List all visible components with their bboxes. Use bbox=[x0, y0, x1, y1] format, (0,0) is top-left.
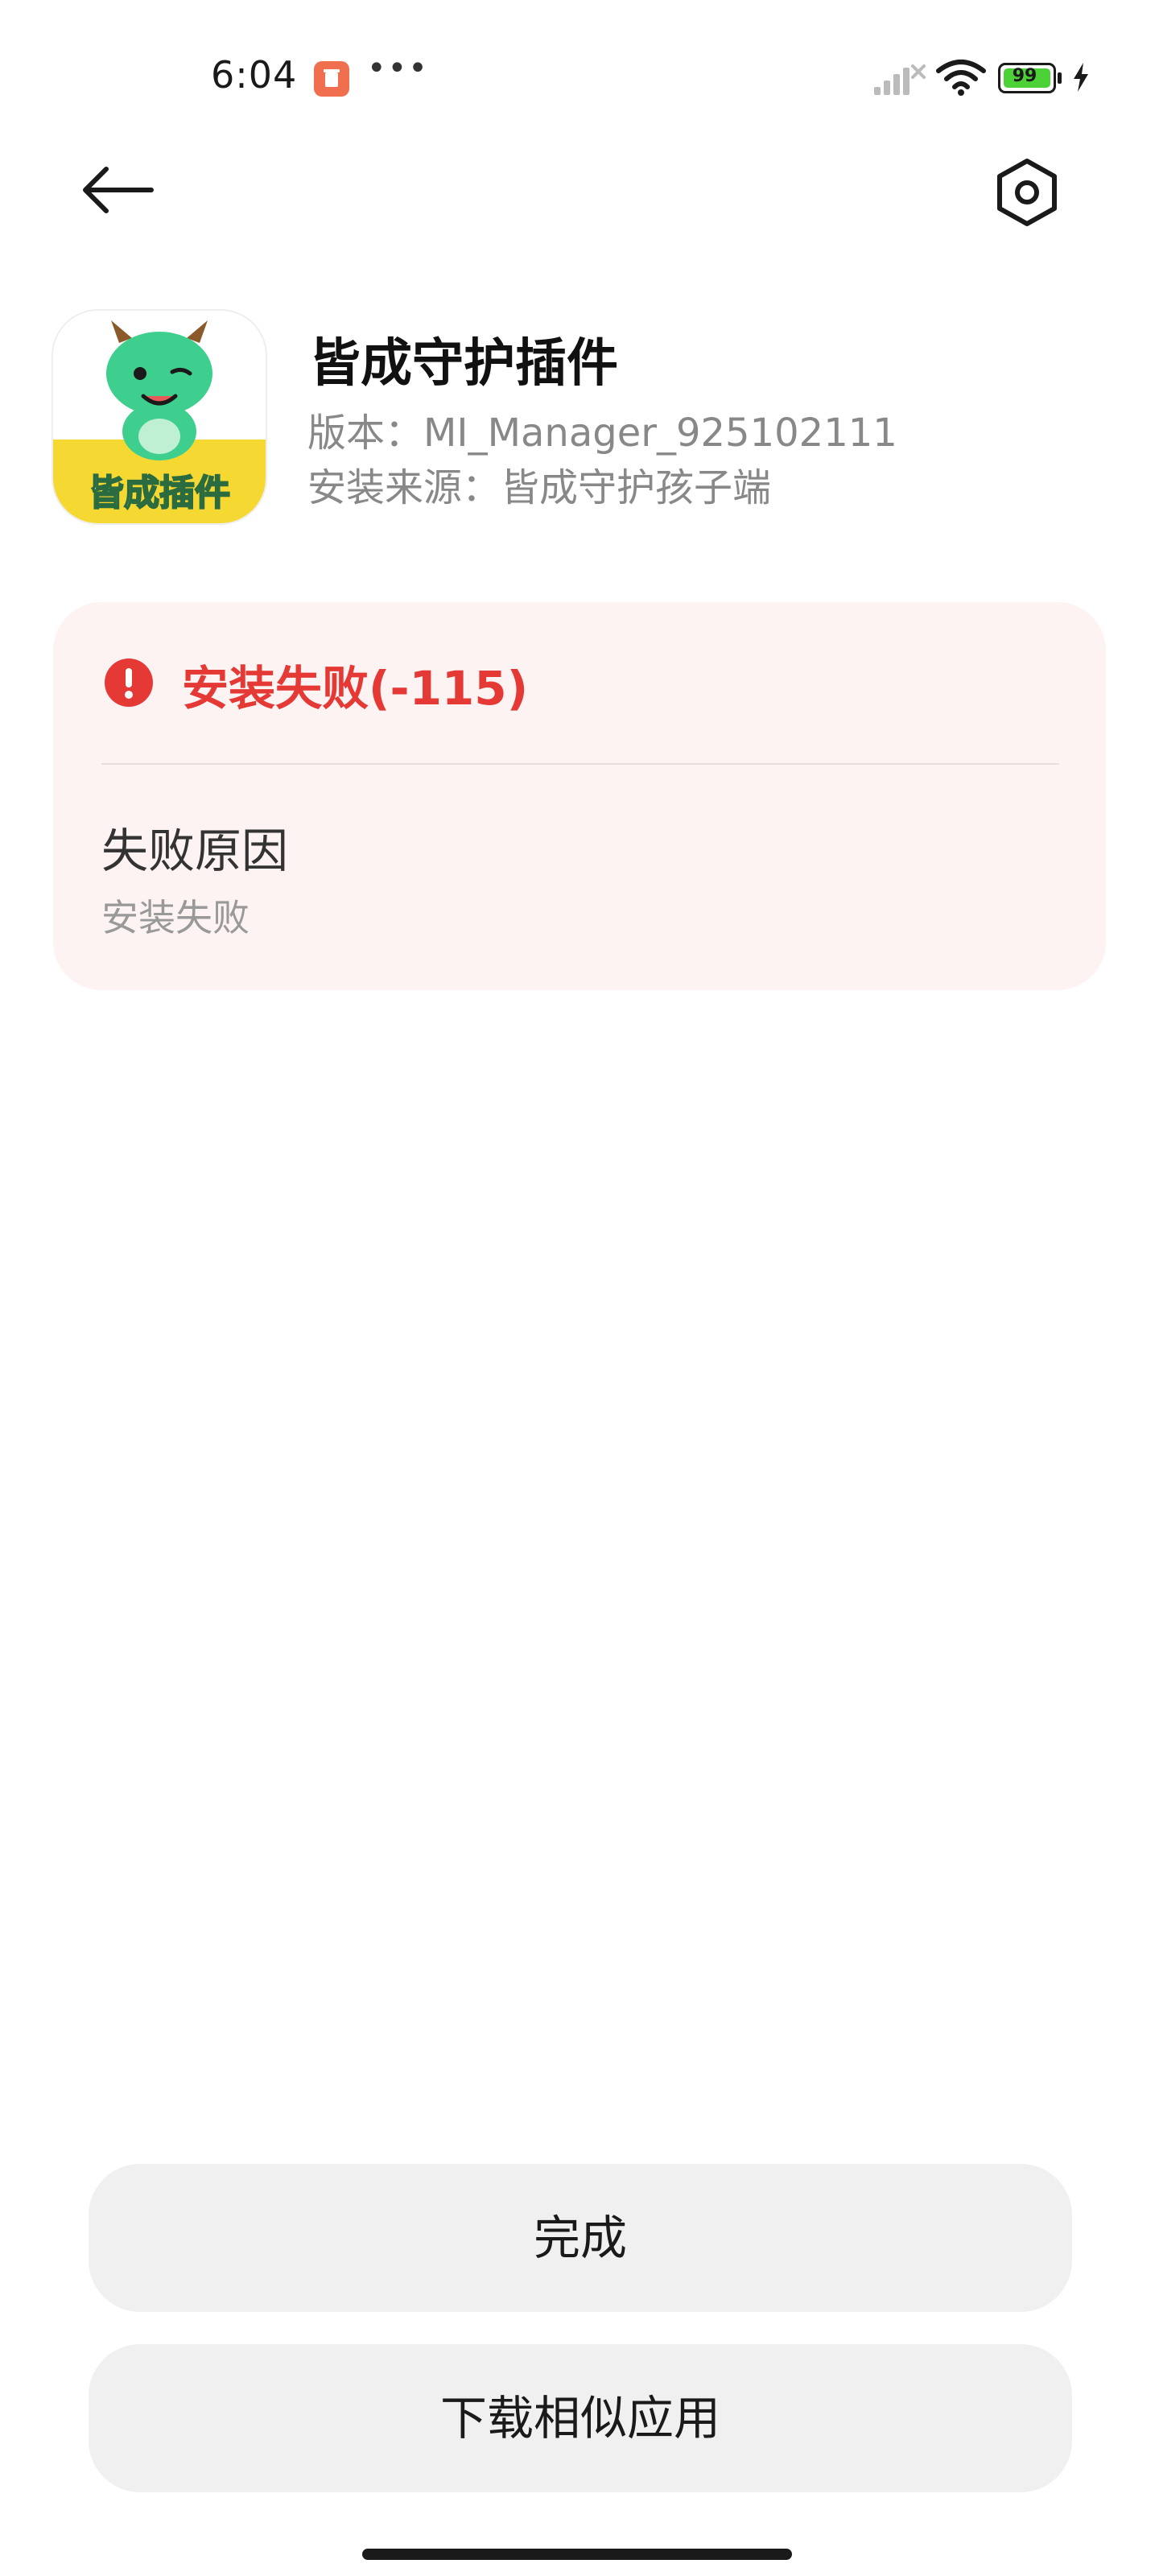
wifi-icon bbox=[936, 60, 986, 96]
app-install-source: 安装来源：皆成守护孩子端 bbox=[307, 465, 772, 510]
signal-icon bbox=[874, 64, 926, 95]
app-icon-label: 皆成插件 bbox=[88, 472, 231, 514]
app-version: 版本：MI_Manager_925102111 bbox=[307, 411, 897, 456]
more-dots-icon: ••• bbox=[367, 50, 429, 87]
error-title: 安装失败(-115) bbox=[182, 661, 529, 716]
settings-button[interactable] bbox=[993, 156, 1061, 229]
status-bar: 6:04 ••• 99 bbox=[0, 0, 1159, 161]
arrow-left-icon bbox=[83, 167, 154, 213]
failure-reason-label: 失败原因 bbox=[101, 824, 289, 878]
notification-app-icon bbox=[314, 61, 349, 97]
home-indicator[interactable] bbox=[362, 2549, 792, 2560]
done-button[interactable]: 完成 bbox=[89, 2164, 1072, 2312]
battery-icon: 99 bbox=[998, 63, 1062, 95]
download-similar-apps-button[interactable]: 下载相似应用 bbox=[89, 2344, 1072, 2492]
app-name: 皆成守护插件 bbox=[309, 334, 618, 394]
charging-icon bbox=[1074, 63, 1088, 92]
hexagon-gear-icon bbox=[997, 159, 1057, 226]
back-button[interactable] bbox=[77, 158, 158, 222]
battery-level: 99 bbox=[1012, 66, 1037, 86]
app-icon: 皆成插件 bbox=[53, 311, 266, 523]
status-time: 6:04 bbox=[211, 53, 298, 97]
error-alert-icon bbox=[105, 658, 153, 707]
divider bbox=[101, 763, 1059, 765]
failure-reason-text: 安装失败 bbox=[101, 896, 250, 939]
